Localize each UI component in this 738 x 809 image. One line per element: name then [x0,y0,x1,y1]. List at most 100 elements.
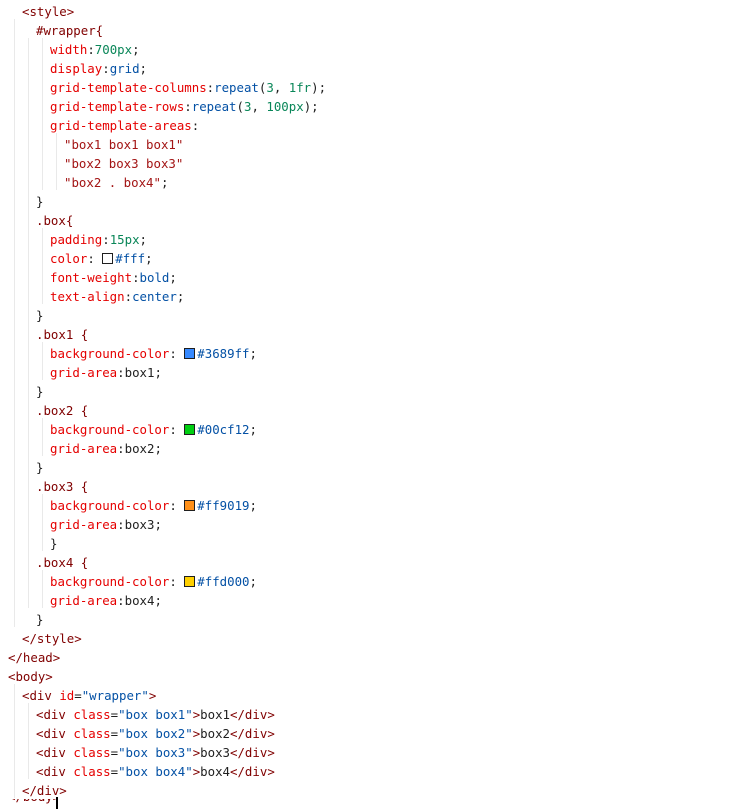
code-token: color [50,251,88,266]
code-token: 100px [266,99,304,114]
indent-guide [42,570,43,608]
code-line[interactable]: grid-area:box3; [50,515,162,534]
code-token: = [110,745,119,760]
code-line[interactable]: </div> [22,781,67,800]
code-token: ; [139,61,147,76]
indent-guide [14,684,15,798]
code-token: class [73,764,111,779]
code-editor[interactable]: <style> #wrapper{width:700px; display:grid… [0,0,738,809]
code-line[interactable]: </style> [22,629,82,648]
code-token: <div [36,745,74,760]
code-line[interactable]: grid-area:box4; [50,591,162,610]
code-token: : [117,593,125,608]
indent-guide [28,38,29,608]
code-token: grid-area [50,517,118,532]
indent-guide [42,418,43,456]
code-token: : [169,422,185,437]
indent-guide [42,342,43,380]
code-line[interactable]: } [36,610,43,629]
code-token: } [36,308,44,323]
partial-next-line: </body> [8,799,58,806]
code-token: ); [311,80,327,95]
code-line[interactable]: <style> [22,2,74,21]
code-token: display [50,61,103,76]
code-line[interactable]: grid-template-rows:repeat(3, 100px); [50,97,319,116]
code-line[interactable]: grid-area:box1; [50,363,162,382]
code-token: box2 [124,441,155,456]
code-line[interactable]: color: #fff; [50,249,153,268]
code-token: grid-template-rows [50,99,185,114]
code-line[interactable]: } [36,192,43,211]
code-token: : [117,365,125,380]
code-token: ; [132,42,140,57]
code-line[interactable]: </head> [8,648,60,667]
code-line[interactable]: text-align:center; [50,287,184,306]
code-line[interactable]: .box{ [36,211,73,230]
code-line[interactable]: .box2 { [36,401,88,420]
code-line[interactable]: "box2 box3 box3" [64,154,183,173]
code-line[interactable]: .box3 { [36,477,88,496]
code-line[interactable]: <div class="box box1">box1</div> [36,705,275,724]
code-line[interactable]: <div class="box box2">box2</div> [36,724,275,743]
code-token: center [132,289,177,304]
code-token: : [169,498,185,513]
code-line[interactable]: background-color: #00cf12; [50,420,257,439]
code-line[interactable]: "box2 . box4"; [64,173,168,192]
code-line[interactable]: padding:15px; [50,230,147,249]
code-token: </div> [230,764,275,779]
code-line[interactable]: grid-area:box2; [50,439,162,458]
code-line[interactable]: } [50,534,57,553]
color-swatch[interactable] [102,253,114,264]
code-line[interactable]: <div id="wrapper"> [22,686,156,705]
code-token: : [184,99,192,114]
code-token: <body> [8,669,53,684]
code-line[interactable]: } [36,458,43,477]
code-line[interactable]: } [36,382,43,401]
code-token: "wrapper" [81,688,149,703]
code-token: ; [176,289,185,304]
code-token: font-weight [50,270,133,285]
code-token: #fff [115,251,146,266]
code-line[interactable]: <body> [8,667,53,686]
code-token: id [59,688,75,703]
code-token: , [251,99,267,114]
code-line[interactable]: grid-template-areas: [50,116,199,135]
code-line[interactable]: background-color: #3689ff; [50,344,257,363]
text-cursor [56,797,58,809]
code-token: 700px [94,42,133,57]
code-token: <style> [22,4,75,19]
code-line[interactable]: "box1 box1 box1" [64,135,183,154]
code-token: class [73,745,111,760]
code-line[interactable]: #wrapper{ [36,21,103,40]
code-line[interactable]: <div class="box box4">box4</div> [36,762,275,781]
code-line[interactable]: } [36,306,43,325]
code-line[interactable]: width:700px; [50,40,140,59]
code-token: = [110,726,119,741]
code-token: } [36,612,44,627]
code-token: <div [22,688,60,703]
code-line[interactable]: background-color: #ff9019; [50,496,257,515]
code-token: background-color [50,346,170,361]
code-token: box3 [124,517,155,532]
color-swatch[interactable] [184,348,196,359]
code-token: : [102,61,110,76]
code-line[interactable]: font-weight:bold; [50,268,177,287]
code-token: background-color [50,498,170,513]
code-line[interactable]: grid-template-columns:repeat(3, 1fr); [50,78,326,97]
code-token: #ffd000 [197,574,250,589]
code-line[interactable]: .box4 { [36,553,88,572]
color-swatch[interactable] [184,500,196,511]
code-token: : [124,289,133,304]
code-line[interactable]: <div class="box box3">box3</div> [36,743,275,762]
code-token: width [50,42,88,57]
code-token: box1 [124,365,155,380]
code-line[interactable]: background-color: #ffd000; [50,572,257,591]
code-token: , [273,80,289,95]
color-swatch[interactable] [184,424,196,435]
code-line[interactable]: display:grid; [50,59,147,78]
code-token: ; [145,251,153,266]
code-token: } [36,384,44,399]
color-swatch[interactable] [184,576,196,587]
code-token: : [206,80,215,95]
code-line[interactable]: .box1 { [36,325,88,344]
